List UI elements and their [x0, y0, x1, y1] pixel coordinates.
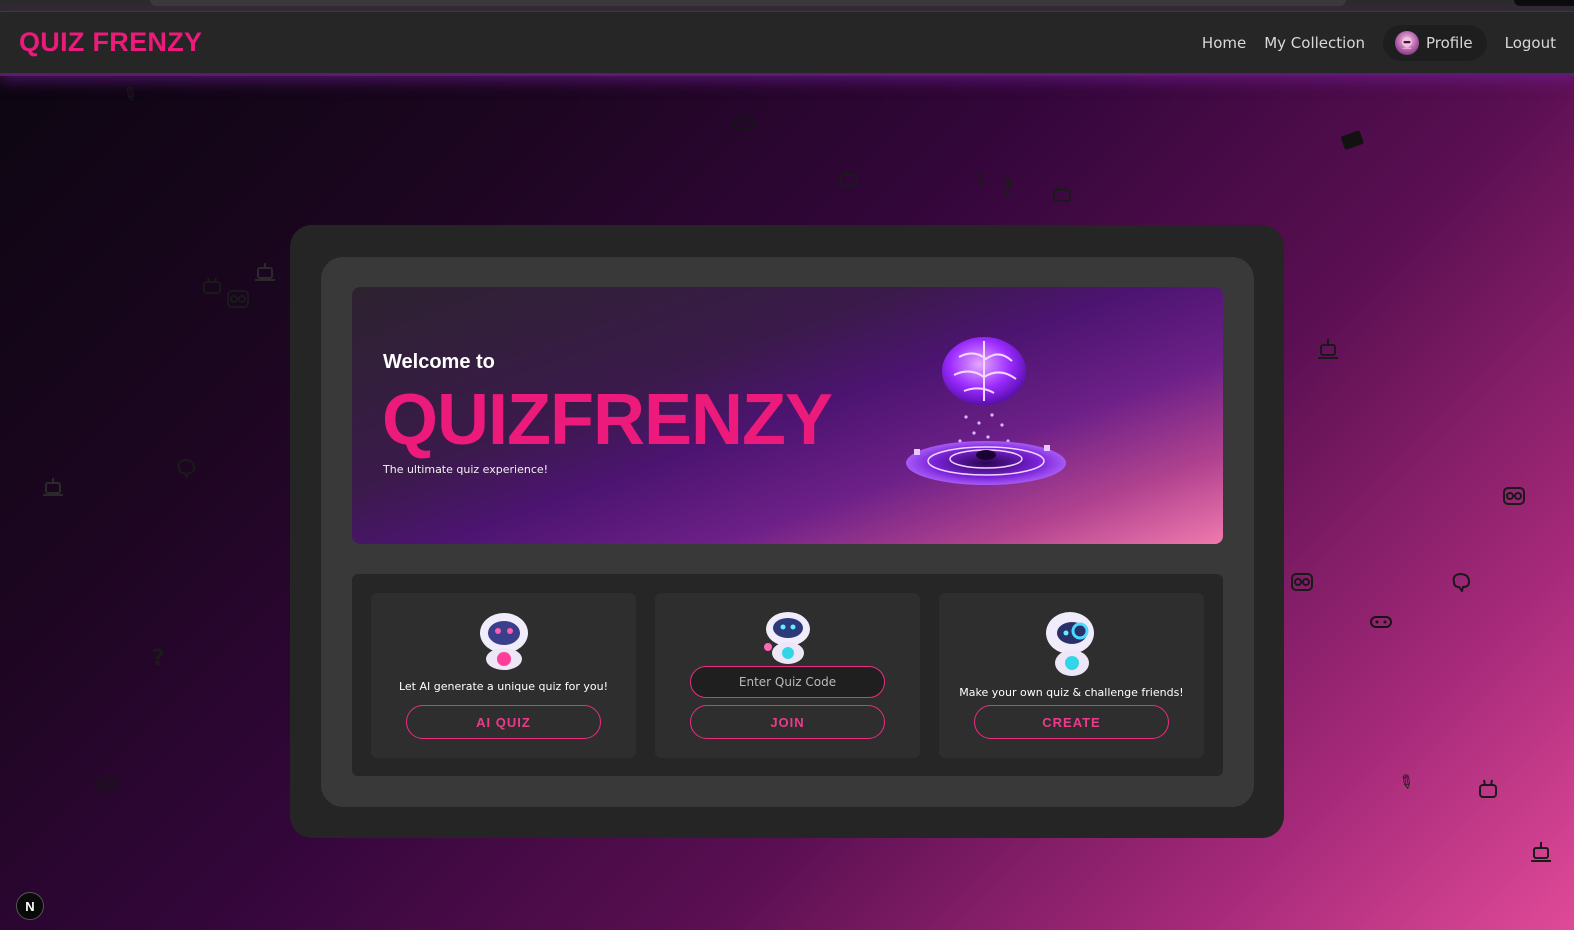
bot-icon	[254, 262, 276, 286]
brand-logo[interactable]: QUIZ FRENZY	[19, 27, 202, 58]
hero-title: QUIZFRENZY	[382, 380, 833, 460]
brain-icon	[175, 458, 197, 482]
robot-face-icon	[1502, 484, 1526, 510]
brain-hologram-icon	[906, 337, 1066, 485]
join-button[interactable]: JOIN	[690, 705, 885, 739]
robot-mascot-icon	[479, 613, 528, 670]
bot-icon	[1317, 337, 1339, 365]
nav-home-link[interactable]: Home	[1202, 34, 1246, 52]
hero-welcome-text: Welcome to	[383, 351, 495, 373]
gamepad-icon	[733, 115, 755, 135]
ai-quiz-description: Let AI generate a unique quiz for you!	[398, 680, 609, 693]
robot-face-icon	[1290, 570, 1314, 596]
brain-icon	[1450, 572, 1472, 596]
create-quiz-card: Make your own quiz & challenge friends! …	[939, 593, 1204, 758]
welcome-hero: Welcome to QUIZFRENZY The ultimate quiz …	[352, 287, 1223, 544]
gamepad-icon	[96, 776, 118, 796]
profile-label: Profile	[1426, 33, 1473, 52]
main-card-inner: Welcome to QUIZFRENZY The ultimate quiz …	[321, 257, 1254, 807]
ai-quiz-card: Let AI generate a unique quiz for you! A…	[371, 593, 636, 758]
main-card-outer: Welcome to QUIZFRENZY The ultimate quiz …	[290, 225, 1284, 838]
book-icon	[1339, 129, 1367, 155]
robot-mascot-icon	[1045, 612, 1094, 676]
pencil-icon: ✎	[117, 81, 143, 108]
create-quiz-description: Make your own quiz & challenge friends!	[959, 686, 1184, 699]
profile-button[interactable]: Profile	[1383, 24, 1487, 61]
robot-icon	[1051, 185, 1073, 207]
robot-icon	[1477, 779, 1499, 803]
nav-logout-link[interactable]: Logout	[1505, 34, 1556, 52]
navbar: QUIZ FRENZY Home My Collection Profile L…	[0, 12, 1574, 76]
browser-address-bar[interactable]	[150, 0, 1346, 6]
question-mark-icon: ?	[1001, 176, 1014, 201]
robot-mascot-icon	[763, 612, 810, 664]
nav-collection-link[interactable]: My Collection	[1264, 34, 1365, 52]
join-quiz-card: JOIN	[655, 593, 920, 758]
user-avatar-icon	[1402, 36, 1412, 49]
browser-corner-pill	[1514, 0, 1574, 6]
robot-face-icon	[226, 287, 250, 313]
pencil-icon: ✎	[1393, 769, 1419, 796]
avatar	[1395, 30, 1419, 55]
nav-links: Home My Collection Profile Logout	[1202, 24, 1556, 61]
actions-panel: Let AI generate a unique quiz for you! A…	[352, 574, 1223, 776]
browser-top-strip	[0, 0, 1574, 12]
question-mark-icon: ?	[152, 646, 165, 671]
robot-icon	[838, 170, 860, 192]
dev-indicator-badge[interactable]: N	[16, 892, 44, 920]
ai-quiz-button[interactable]: AI QUIZ	[406, 705, 601, 739]
quiz-code-input[interactable]	[690, 666, 885, 698]
robot-icon	[201, 277, 223, 299]
pencil-icon: ✎	[967, 167, 993, 194]
hero-subtitle: The ultimate quiz experience!	[383, 463, 549, 476]
create-button[interactable]: CREATE	[974, 705, 1169, 739]
bot-icon	[1530, 840, 1552, 868]
bot-icon	[42, 477, 64, 501]
gamepad-icon	[1370, 614, 1392, 634]
